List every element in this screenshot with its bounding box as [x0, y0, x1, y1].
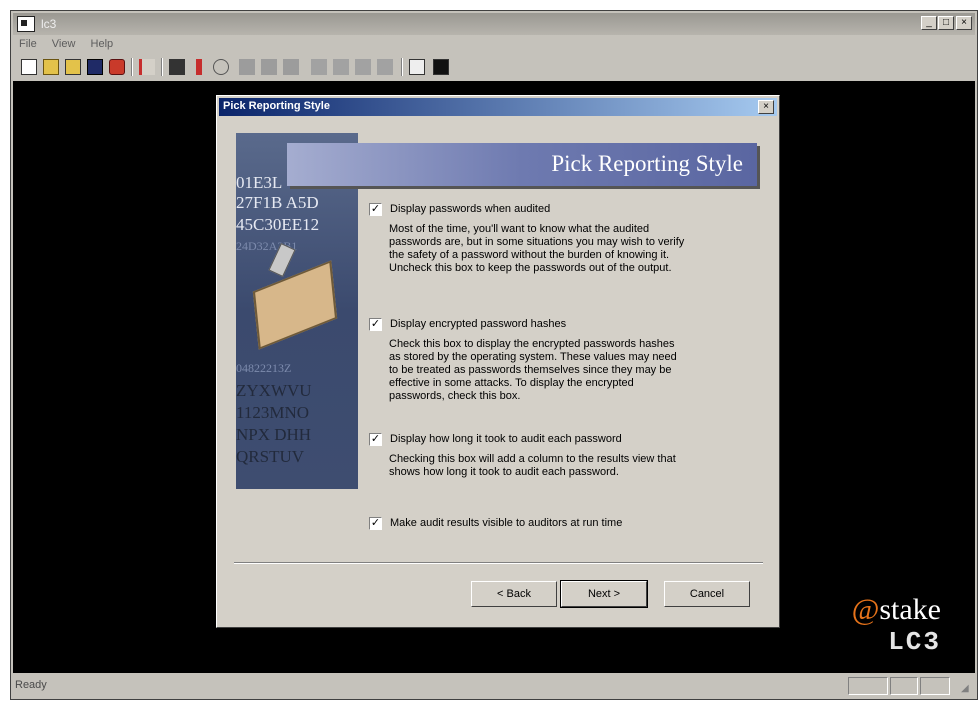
notepad-icon [252, 260, 338, 350]
pause-icon [261, 59, 277, 75]
dialog-banner: Pick Reporting Style [287, 143, 757, 186]
cancel-button[interactable]: Cancel [664, 581, 750, 607]
report-icon[interactable] [409, 59, 425, 75]
option-label[interactable]: Make audit results visible to auditors a… [390, 517, 622, 529]
dialog-close-button[interactable]: × [758, 100, 774, 114]
display-passwords-checkbox[interactable]: ✓ [369, 203, 382, 216]
status-panel [920, 677, 950, 695]
option-label[interactable]: Display passwords when audited [390, 203, 550, 215]
visible-results-checkbox[interactable]: ✓ [369, 517, 382, 530]
stop-icon [283, 59, 299, 75]
banner-title: Pick Reporting Style [551, 151, 743, 176]
schedule-icon [377, 59, 393, 75]
minimize-button[interactable]: _ [921, 16, 937, 30]
option-description: Check this box to display the encrypted … [389, 338, 677, 402]
app-icon [17, 16, 35, 32]
options-icon[interactable] [169, 59, 185, 75]
brute-force-icon [355, 59, 371, 75]
wizard-side-image: 01E3L 27F1B A5D 45C30EE12 24D32A2B1 0482… [236, 133, 358, 489]
dialog-title: Pick Reporting Style [223, 100, 330, 112]
toolbar-separator [161, 58, 163, 76]
option-description: Most of the time, you'll want to know wh… [389, 223, 685, 274]
start-icon [239, 59, 255, 75]
menu-file[interactable]: File [13, 36, 43, 52]
close-button[interactable]: × [956, 16, 972, 30]
next-button[interactable]: Next > [560, 580, 648, 608]
toolbar-separator [401, 58, 403, 76]
menu-bar: File View Help [13, 36, 975, 54]
audit-time-checkbox[interactable]: ✓ [369, 433, 382, 446]
wizard-icon[interactable] [139, 59, 155, 75]
stake-lc3-logo: @stake LC3 [851, 593, 941, 657]
print-icon[interactable] [196, 59, 202, 75]
maximize-button[interactable]: □ [938, 16, 954, 30]
back-button[interactable]: < Back [471, 581, 557, 607]
toolbar-separator [131, 58, 133, 76]
option-description: Checking this box will add a column to t… [389, 453, 676, 478]
hybrid-icon [333, 59, 349, 75]
pick-reporting-style-dialog: Pick Reporting Style × 01E3L 27F1B A5D 4… [216, 95, 780, 628]
title-bar[interactable]: lc3 _ □ × [13, 13, 975, 35]
new-session-icon[interactable] [21, 59, 37, 75]
menu-help[interactable]: Help [85, 36, 120, 52]
status-bar: Ready ◢ [13, 675, 975, 697]
status-panel [890, 677, 918, 695]
display-hashes-checkbox[interactable]: ✓ [369, 318, 382, 331]
option-label[interactable]: Display encrypted password hashes [390, 318, 566, 330]
status-text: Ready [15, 679, 47, 691]
menu-view[interactable]: View [46, 36, 82, 52]
dictionary-icon [311, 59, 327, 75]
save-session-icon[interactable] [65, 59, 81, 75]
save-icon[interactable] [87, 59, 103, 75]
toolbar [13, 55, 975, 79]
dialog-title-bar[interactable]: Pick Reporting Style × [219, 98, 777, 116]
resize-grip-icon[interactable]: ◢ [961, 683, 973, 695]
option-label[interactable]: Display how long it took to audit each p… [390, 433, 622, 445]
help-icon[interactable] [213, 59, 229, 75]
stats-icon[interactable] [433, 59, 449, 75]
dialog-separator [234, 562, 763, 564]
status-panel [848, 677, 888, 695]
import-icon[interactable] [109, 59, 125, 75]
window-title: lc3 [41, 17, 57, 31]
open-session-icon[interactable] [43, 59, 59, 75]
